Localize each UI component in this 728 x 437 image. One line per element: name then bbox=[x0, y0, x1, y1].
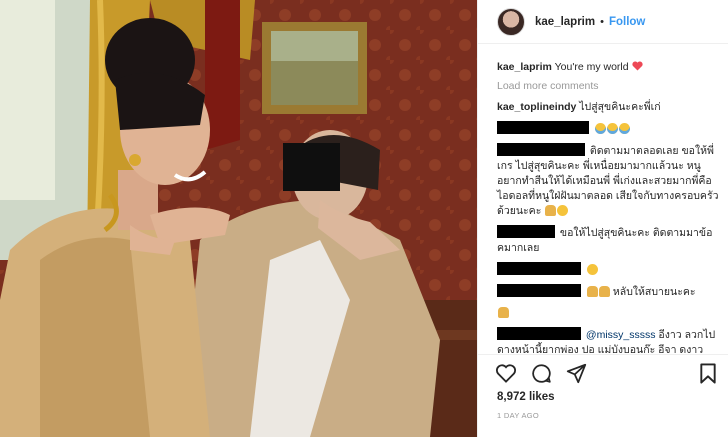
redacted-username bbox=[497, 143, 585, 156]
pray-emoji-icon bbox=[598, 286, 610, 297]
comment-item bbox=[497, 306, 723, 321]
heart-emoji-icon bbox=[631, 61, 643, 71]
post-header: kae_laprim • Follow bbox=[478, 0, 728, 44]
post-photo bbox=[0, 0, 477, 437]
comment-text: หลับให้สบายนะคะ bbox=[612, 286, 696, 298]
comment-icon[interactable] bbox=[531, 363, 552, 384]
redacted-username bbox=[497, 121, 589, 134]
share-icon[interactable] bbox=[566, 363, 587, 384]
crying-emoji-icon bbox=[606, 123, 618, 134]
photo-illustration bbox=[0, 0, 477, 437]
crying-emoji-icon bbox=[594, 123, 606, 134]
crying-emoji-icon bbox=[618, 123, 630, 134]
comment-mention[interactable]: @missy_sssss bbox=[586, 329, 656, 341]
redacted-username bbox=[497, 327, 581, 340]
avatar[interactable] bbox=[497, 7, 525, 36]
comment-item: ขอให้ไปสู่สุขคินะคะ ติดตามมาข้อคมากเลย bbox=[497, 225, 723, 256]
comment-item: หลับให้สบายนะคะ bbox=[497, 284, 723, 300]
comment-item bbox=[497, 262, 723, 278]
sad-emoji-icon bbox=[557, 205, 569, 216]
load-more-comments[interactable]: Load more comments bbox=[497, 79, 723, 94]
pray-emoji-icon bbox=[498, 307, 509, 318]
bookmark-icon[interactable] bbox=[699, 363, 717, 384]
comment-item: kae_toplineindy ไปสู่สุขคินะคะพี่เก่ bbox=[497, 100, 723, 115]
author-username[interactable]: kae_laprim bbox=[535, 16, 595, 28]
save-button[interactable] bbox=[699, 363, 717, 384]
redacted-username bbox=[497, 262, 581, 275]
caption: kae_laprim You're my world bbox=[497, 60, 723, 75]
caption-text: You're my world bbox=[554, 61, 629, 73]
heart-icon[interactable] bbox=[495, 363, 517, 383]
separator-dot: • bbox=[600, 15, 604, 28]
redacted-username bbox=[497, 284, 581, 297]
action-buttons bbox=[495, 363, 587, 384]
post-sidebar: kae_laprim • Follow kae_laprim You're my… bbox=[477, 0, 728, 437]
pray-emoji-icon bbox=[545, 205, 557, 216]
comment-item bbox=[497, 121, 723, 137]
post-timestamp[interactable]: 1 DAY AGO bbox=[497, 411, 539, 420]
comment-list: kae_laprim You're my world Load more com… bbox=[497, 60, 723, 364]
redacted-username bbox=[497, 225, 555, 238]
like-count[interactable]: 8,972 likes bbox=[497, 391, 555, 403]
sad-emoji-icon bbox=[586, 264, 598, 275]
comment-item: ติดตามมาตลอดเลย ขอให้พี่เกร ไปสู่สุขคินะ… bbox=[497, 143, 723, 219]
caption-username[interactable]: kae_laprim bbox=[497, 61, 552, 73]
post-actions: 8,972 likes 1 DAY AGO bbox=[478, 354, 728, 437]
comment-text: ไปสู่สุขคินะคะพี่เก่ bbox=[579, 101, 661, 113]
comment-username[interactable]: kae_toplineindy bbox=[497, 101, 576, 113]
flower-emoji-icon bbox=[586, 286, 598, 297]
follow-button[interactable]: Follow bbox=[609, 16, 645, 28]
